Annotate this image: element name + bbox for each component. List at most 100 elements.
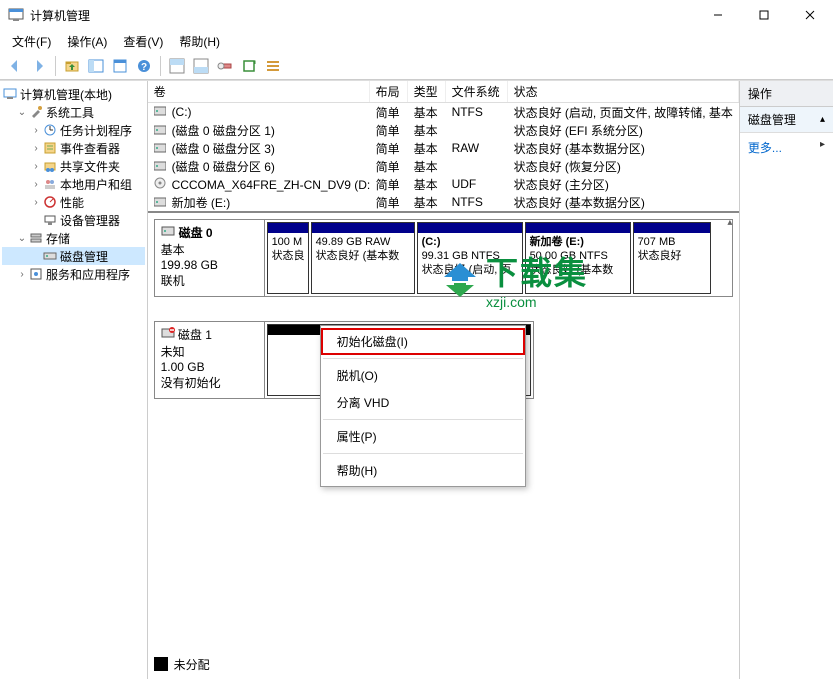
- scroll-up-button[interactable]: ▴: [723, 215, 737, 229]
- volume-status: 状态良好 (基本数据分区): [508, 192, 739, 213]
- tree-performance[interactable]: › 性能: [2, 193, 145, 211]
- partition[interactable]: 新加卷 (E:)50.00 GB NTFS状态良好 (基本数: [525, 222, 631, 294]
- services-icon: [28, 266, 44, 282]
- volume-row[interactable]: (磁盘 0 磁盘分区 6)简单基本状态良好 (恢复分区): [148, 157, 739, 175]
- expand-icon[interactable]: ›: [30, 125, 42, 136]
- menubar: 文件(F) 操作(A) 查看(V) 帮助(H): [0, 30, 833, 52]
- refresh-button[interactable]: [238, 55, 260, 77]
- users-icon: [42, 176, 58, 192]
- disk-0[interactable]: 磁盘 0 基本 199.98 GB 联机 100 M状态良49.89 GB RA…: [154, 219, 733, 297]
- tree-system-tools[interactable]: ⌄ 系统工具: [2, 103, 145, 121]
- back-button[interactable]: [4, 55, 26, 77]
- settings-button[interactable]: [214, 55, 236, 77]
- partition[interactable]: 707 MB状态良好: [633, 222, 711, 294]
- tree-root[interactable]: 计算机管理(本地): [2, 85, 145, 103]
- volume-icon: [154, 177, 168, 189]
- app-icon: [8, 7, 24, 23]
- volume-table-body: (C:)简单基本NTFS状态良好 (启动, 页面文件, 故障转储, 基本(磁盘 …: [148, 103, 739, 211]
- expand-icon[interactable]: ⌄: [16, 233, 28, 244]
- expand-icon[interactable]: ›: [30, 161, 42, 172]
- tree-services[interactable]: › 服务和应用程序: [2, 265, 145, 283]
- tree-label: 本地用户和组: [60, 176, 132, 193]
- forward-button[interactable]: [28, 55, 50, 77]
- tree-device-manager[interactable]: 设备管理器: [2, 211, 145, 229]
- ctx-help[interactable]: 帮助(H): [321, 457, 525, 484]
- partition[interactable]: 100 M状态良: [267, 222, 309, 294]
- menu-view[interactable]: 查看(V): [115, 31, 171, 52]
- volume-fs: [446, 164, 508, 168]
- tree-label: 磁盘管理: [60, 248, 108, 265]
- menu-help[interactable]: 帮助(H): [171, 31, 228, 52]
- ctx-initialize-disk[interactable]: 初始化磁盘(I): [321, 328, 525, 355]
- tree-label: 服务和应用程序: [46, 266, 130, 283]
- volume-fs: UDF: [446, 175, 508, 193]
- show-hide-tree-button[interactable]: [85, 55, 107, 77]
- disk-1-title: 磁盘 1: [178, 328, 212, 342]
- expand-icon[interactable]: ›: [30, 143, 42, 154]
- actions-header: 操作: [740, 81, 833, 107]
- actions-disk-mgmt-label: 磁盘管理: [748, 111, 796, 128]
- tree-event-viewer[interactable]: › 事件查看器: [2, 139, 145, 157]
- volume-type: 基本: [408, 192, 446, 213]
- minimize-button[interactable]: [695, 0, 741, 30]
- tree-disk-management[interactable]: 磁盘管理: [2, 247, 145, 265]
- expand-icon[interactable]: ›: [30, 179, 42, 190]
- tree-label: 任务计划程序: [60, 122, 132, 139]
- menu-file[interactable]: 文件(F): [4, 31, 59, 52]
- tree-storage[interactable]: ⌄ 存储: [2, 229, 145, 247]
- expand-icon[interactable]: ⌄: [16, 107, 28, 118]
- disk-0-title: 磁盘 0: [179, 224, 213, 241]
- maximize-button[interactable]: [741, 0, 787, 30]
- volume-row[interactable]: (C:)简单基本NTFS状态良好 (启动, 页面文件, 故障转储, 基本: [148, 103, 739, 121]
- tree-task-scheduler[interactable]: › 任务计划程序: [2, 121, 145, 139]
- volume-table: 卷 布局 类型 文件系统 状态 (C:)简单基本NTFS状态良好 (启动, 页面…: [148, 81, 739, 213]
- titlebar: 计算机管理: [0, 0, 833, 30]
- volume-row[interactable]: (磁盘 0 磁盘分区 1)简单基本状态良好 (EFI 系统分区): [148, 121, 739, 139]
- window-title: 计算机管理: [30, 7, 695, 24]
- performance-icon: [42, 194, 58, 210]
- volume-fs: [446, 128, 508, 132]
- volume-fs: NTFS: [446, 193, 508, 211]
- tree-local-users[interactable]: › 本地用户和组: [2, 175, 145, 193]
- menu-action[interactable]: 操作(A): [59, 31, 115, 52]
- col-type[interactable]: 类型: [408, 81, 446, 102]
- computer-icon: [2, 86, 18, 102]
- volume-name: (磁盘 0 磁盘分区 6): [172, 160, 275, 174]
- actions-disk-mgmt[interactable]: 磁盘管理 ▴: [740, 107, 833, 133]
- ctx-offline[interactable]: 脱机(O): [321, 362, 525, 389]
- view-top-button[interactable]: [166, 55, 188, 77]
- actions-more[interactable]: 更多... ▸: [740, 133, 833, 162]
- col-volume[interactable]: 卷: [148, 81, 370, 102]
- col-filesystem[interactable]: 文件系统: [446, 81, 508, 102]
- context-menu: 初始化磁盘(I) 脱机(O) 分离 VHD 属性(P) 帮助(H): [320, 325, 526, 487]
- view-bottom-button[interactable]: [190, 55, 212, 77]
- ctx-properties[interactable]: 属性(P): [321, 423, 525, 450]
- volume-name: (磁盘 0 磁盘分区 1): [172, 124, 275, 138]
- tree-label: 性能: [60, 194, 84, 211]
- volume-row[interactable]: CCCOMA_X64FRE_ZH-CN_DV9 (D:)简单基本UDF状态良好 …: [148, 175, 739, 193]
- main-area: 计算机管理(本地) ⌄ 系统工具 › 任务计划程序 › 事件查看器 › 共享文件…: [0, 80, 833, 679]
- expand-icon[interactable]: ›: [30, 197, 42, 208]
- disk-1-label: 磁盘 1 未知 1.00 GB 没有初始化: [155, 322, 265, 398]
- up-button[interactable]: [61, 55, 83, 77]
- volume-name: (磁盘 0 磁盘分区 3): [172, 142, 275, 156]
- content-area: 卷 布局 类型 文件系统 状态 (C:)简单基本NTFS状态良好 (启动, 页面…: [148, 81, 740, 679]
- help-button[interactable]: ?: [133, 55, 155, 77]
- partition[interactable]: 49.89 GB RAW状态良好 (基本数: [311, 222, 415, 294]
- expand-icon[interactable]: ›: [16, 269, 28, 280]
- shared-icon: [42, 158, 58, 174]
- ctx-detach-vhd[interactable]: 分离 VHD: [321, 389, 525, 416]
- volume-row[interactable]: (磁盘 0 磁盘分区 3)简单基本RAW状态良好 (基本数据分区): [148, 139, 739, 157]
- svg-text:?: ?: [141, 62, 147, 73]
- list-button[interactable]: [262, 55, 284, 77]
- properties-button[interactable]: [109, 55, 131, 77]
- disk-warn-icon: [161, 328, 175, 342]
- tree-shared-folders[interactable]: › 共享文件夹: [2, 157, 145, 175]
- close-button[interactable]: [787, 0, 833, 30]
- volume-name: 新加卷 (E:): [172, 196, 231, 210]
- disk-0-size: 199.98 GB: [161, 258, 258, 272]
- partition[interactable]: (C:)99.31 GB NTFS状态良好 (启动, 页: [417, 222, 523, 294]
- col-layout[interactable]: 布局: [370, 81, 408, 102]
- volume-row[interactable]: 新加卷 (E:)简单基本NTFS状态良好 (基本数据分区): [148, 193, 739, 211]
- col-status[interactable]: 状态: [508, 81, 739, 102]
